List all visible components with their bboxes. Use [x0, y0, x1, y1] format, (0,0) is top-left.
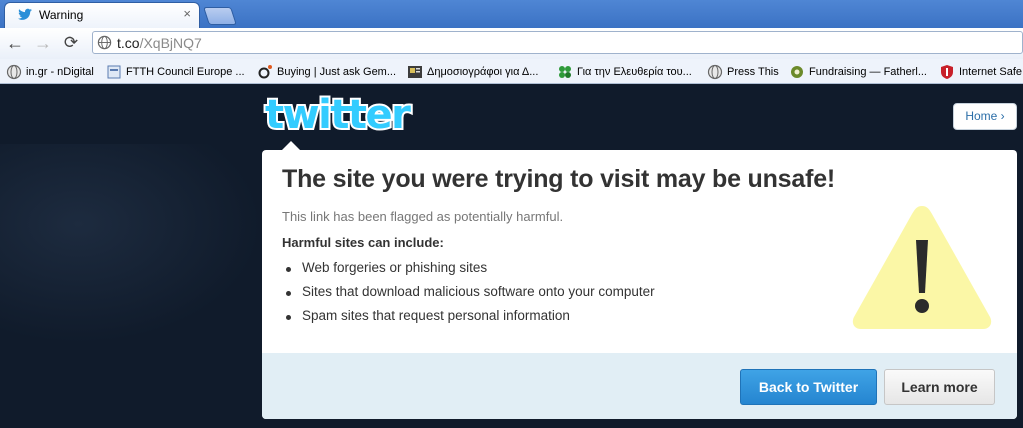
globe-icon — [97, 35, 112, 50]
reload-button[interactable]: ⟳ — [60, 32, 82, 54]
home-button[interactable]: Home › — [953, 103, 1017, 130]
bookmark-label: Για την Ελευθερία του... — [577, 66, 692, 78]
list-item: Web forgeries or phishing sites — [282, 260, 655, 284]
bookmark-item[interactable]: Internet Safe — [939, 64, 1022, 80]
back-to-twitter-button[interactable]: Back to Twitter — [740, 369, 877, 405]
tab-warning[interactable]: Warning × — [4, 2, 200, 28]
bookmark-label: Internet Safe — [959, 66, 1022, 78]
bookmark-item[interactable]: Buying | Just ask Gem... — [257, 64, 396, 80]
bookmark-item[interactable]: Press This — [707, 64, 779, 80]
bookmark-item[interactable]: FTTH Council Europe ... — [106, 64, 245, 80]
list-item: Sites that download malicious software o… — [282, 284, 655, 308]
back-button[interactable]: ← — [4, 32, 26, 54]
gem-icon — [258, 65, 272, 79]
browser-toolbar: ← → ⟳ t.co/XqBjNQ7 — [0, 28, 1023, 59]
warning-card: The site you were trying to visit may be… — [262, 141, 1017, 419]
background-decoration — [0, 144, 262, 344]
warning-subtitle: This link has been flagged as potentiall… — [282, 209, 564, 224]
tab-close-icon[interactable]: × — [183, 6, 191, 21]
address-bar[interactable]: t.co/XqBjNQ7 — [92, 31, 1023, 54]
clover-icon — [559, 66, 571, 78]
twitter-bird-icon — [18, 8, 32, 20]
newspaper-icon — [408, 66, 422, 78]
twitter-logo[interactable]: twitter — [262, 92, 422, 136]
list-item: Spam sites that request personal informa… — [282, 308, 655, 332]
forward-button[interactable]: → — [32, 32, 54, 54]
page-content: twitter Home › The site you were trying … — [0, 84, 1023, 428]
tab-title: Warning — [39, 8, 84, 22]
bookmark-item[interactable]: Δημοσιογράφοι για Δ... — [407, 64, 538, 80]
address-url: t.co/XqBjNQ7 — [117, 35, 202, 51]
card-pointer — [282, 141, 300, 150]
bookmark-label: Δημοσιογράφοι για Δ... — [427, 66, 539, 78]
url-host: t.co — [117, 35, 140, 51]
card-footer: Back to Twitter Learn more — [262, 353, 1017, 419]
new-tab-button[interactable] — [203, 7, 237, 25]
page-icon — [107, 65, 121, 79]
url-path: /XqBjNQ7 — [139, 35, 202, 51]
tab-strip: Warning × — [0, 0, 1023, 28]
svg-text:twitter: twitter — [265, 92, 411, 136]
bookmark-label: Press This — [727, 66, 779, 78]
harmful-sites-list: Web forgeries or phishing sites Sites th… — [282, 260, 655, 332]
bookmark-item[interactable]: in.gr - nDigital — [6, 64, 94, 80]
bookmark-item[interactable]: Fundraising — Fatherl... — [789, 64, 927, 80]
warning-triangle-icon — [852, 206, 992, 329]
bookmark-label: Buying | Just ask Gem... — [277, 66, 397, 78]
page-title: The site you were trying to visit may be… — [282, 165, 836, 193]
shield-icon — [941, 65, 953, 79]
learn-more-button[interactable]: Learn more — [884, 369, 995, 405]
bookmark-item[interactable]: Για την Ελευθερία του... — [557, 64, 692, 80]
bookmark-label: FTTH Council Europe ... — [126, 66, 245, 78]
bookmark-label: in.gr - nDigital — [26, 66, 94, 78]
bookmarks-bar: in.gr - nDigital FTTH Council Europe ...… — [0, 59, 1023, 84]
globe-icon — [707, 64, 723, 80]
globe-icon — [6, 64, 22, 80]
flower-icon — [791, 66, 803, 78]
bookmark-label: Fundraising — Fatherl... — [809, 66, 927, 78]
harmful-sites-heading: Harmful sites can include: — [282, 235, 444, 250]
